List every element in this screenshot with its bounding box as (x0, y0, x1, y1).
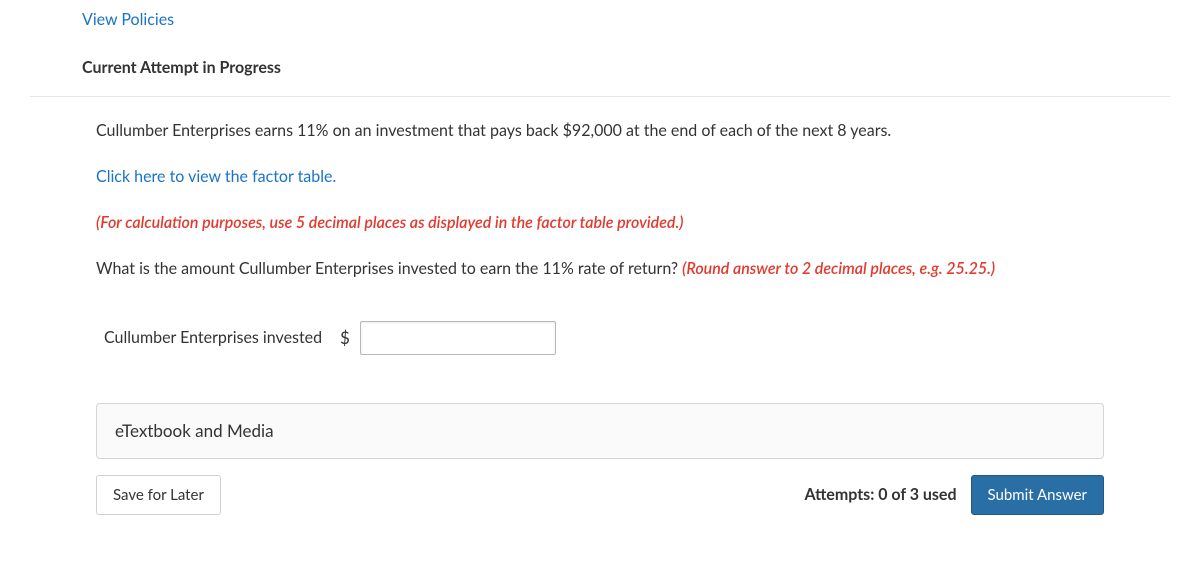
calculation-instruction: (For calculation purposes, use 5 decimal… (96, 211, 1104, 235)
section-title: Current Attempt in Progress (30, 56, 1170, 96)
submit-answer-button[interactable]: Submit Answer (971, 475, 1104, 515)
question-container: View Policies Current Attempt in Progres… (0, 0, 1200, 565)
right-actions: Attempts: 0 of 3 used Submit Answer (805, 475, 1105, 515)
action-row: Save for Later Attempts: 0 of 3 used Sub… (96, 475, 1104, 545)
answer-row: Cullumber Enterprises invested $ (96, 321, 1104, 355)
prompt-hint: (Round answer to 2 decimal places, e.g. … (682, 259, 995, 278)
attempts-label: Attempts: 0 of 3 used (805, 483, 957, 507)
currency-symbol: $ (340, 325, 350, 351)
prompt-prefix: What is the amount Cullumber Enterprises… (96, 259, 682, 278)
view-policies-link[interactable]: View Policies (30, 0, 1170, 56)
etextbook-media-button[interactable]: eTextbook and Media (96, 403, 1104, 459)
answer-input[interactable] (360, 321, 556, 355)
question-intro: Cullumber Enterprises earns 11% on an in… (96, 119, 1104, 143)
factor-table-link[interactable]: Click here to view the factor table. (96, 165, 336, 189)
save-for-later-button[interactable]: Save for Later (96, 475, 221, 515)
answer-label: Cullumber Enterprises invested (104, 326, 322, 350)
question-body: Cullumber Enterprises earns 11% on an in… (30, 97, 1170, 565)
question-prompt: What is the amount Cullumber Enterprises… (96, 257, 1104, 281)
